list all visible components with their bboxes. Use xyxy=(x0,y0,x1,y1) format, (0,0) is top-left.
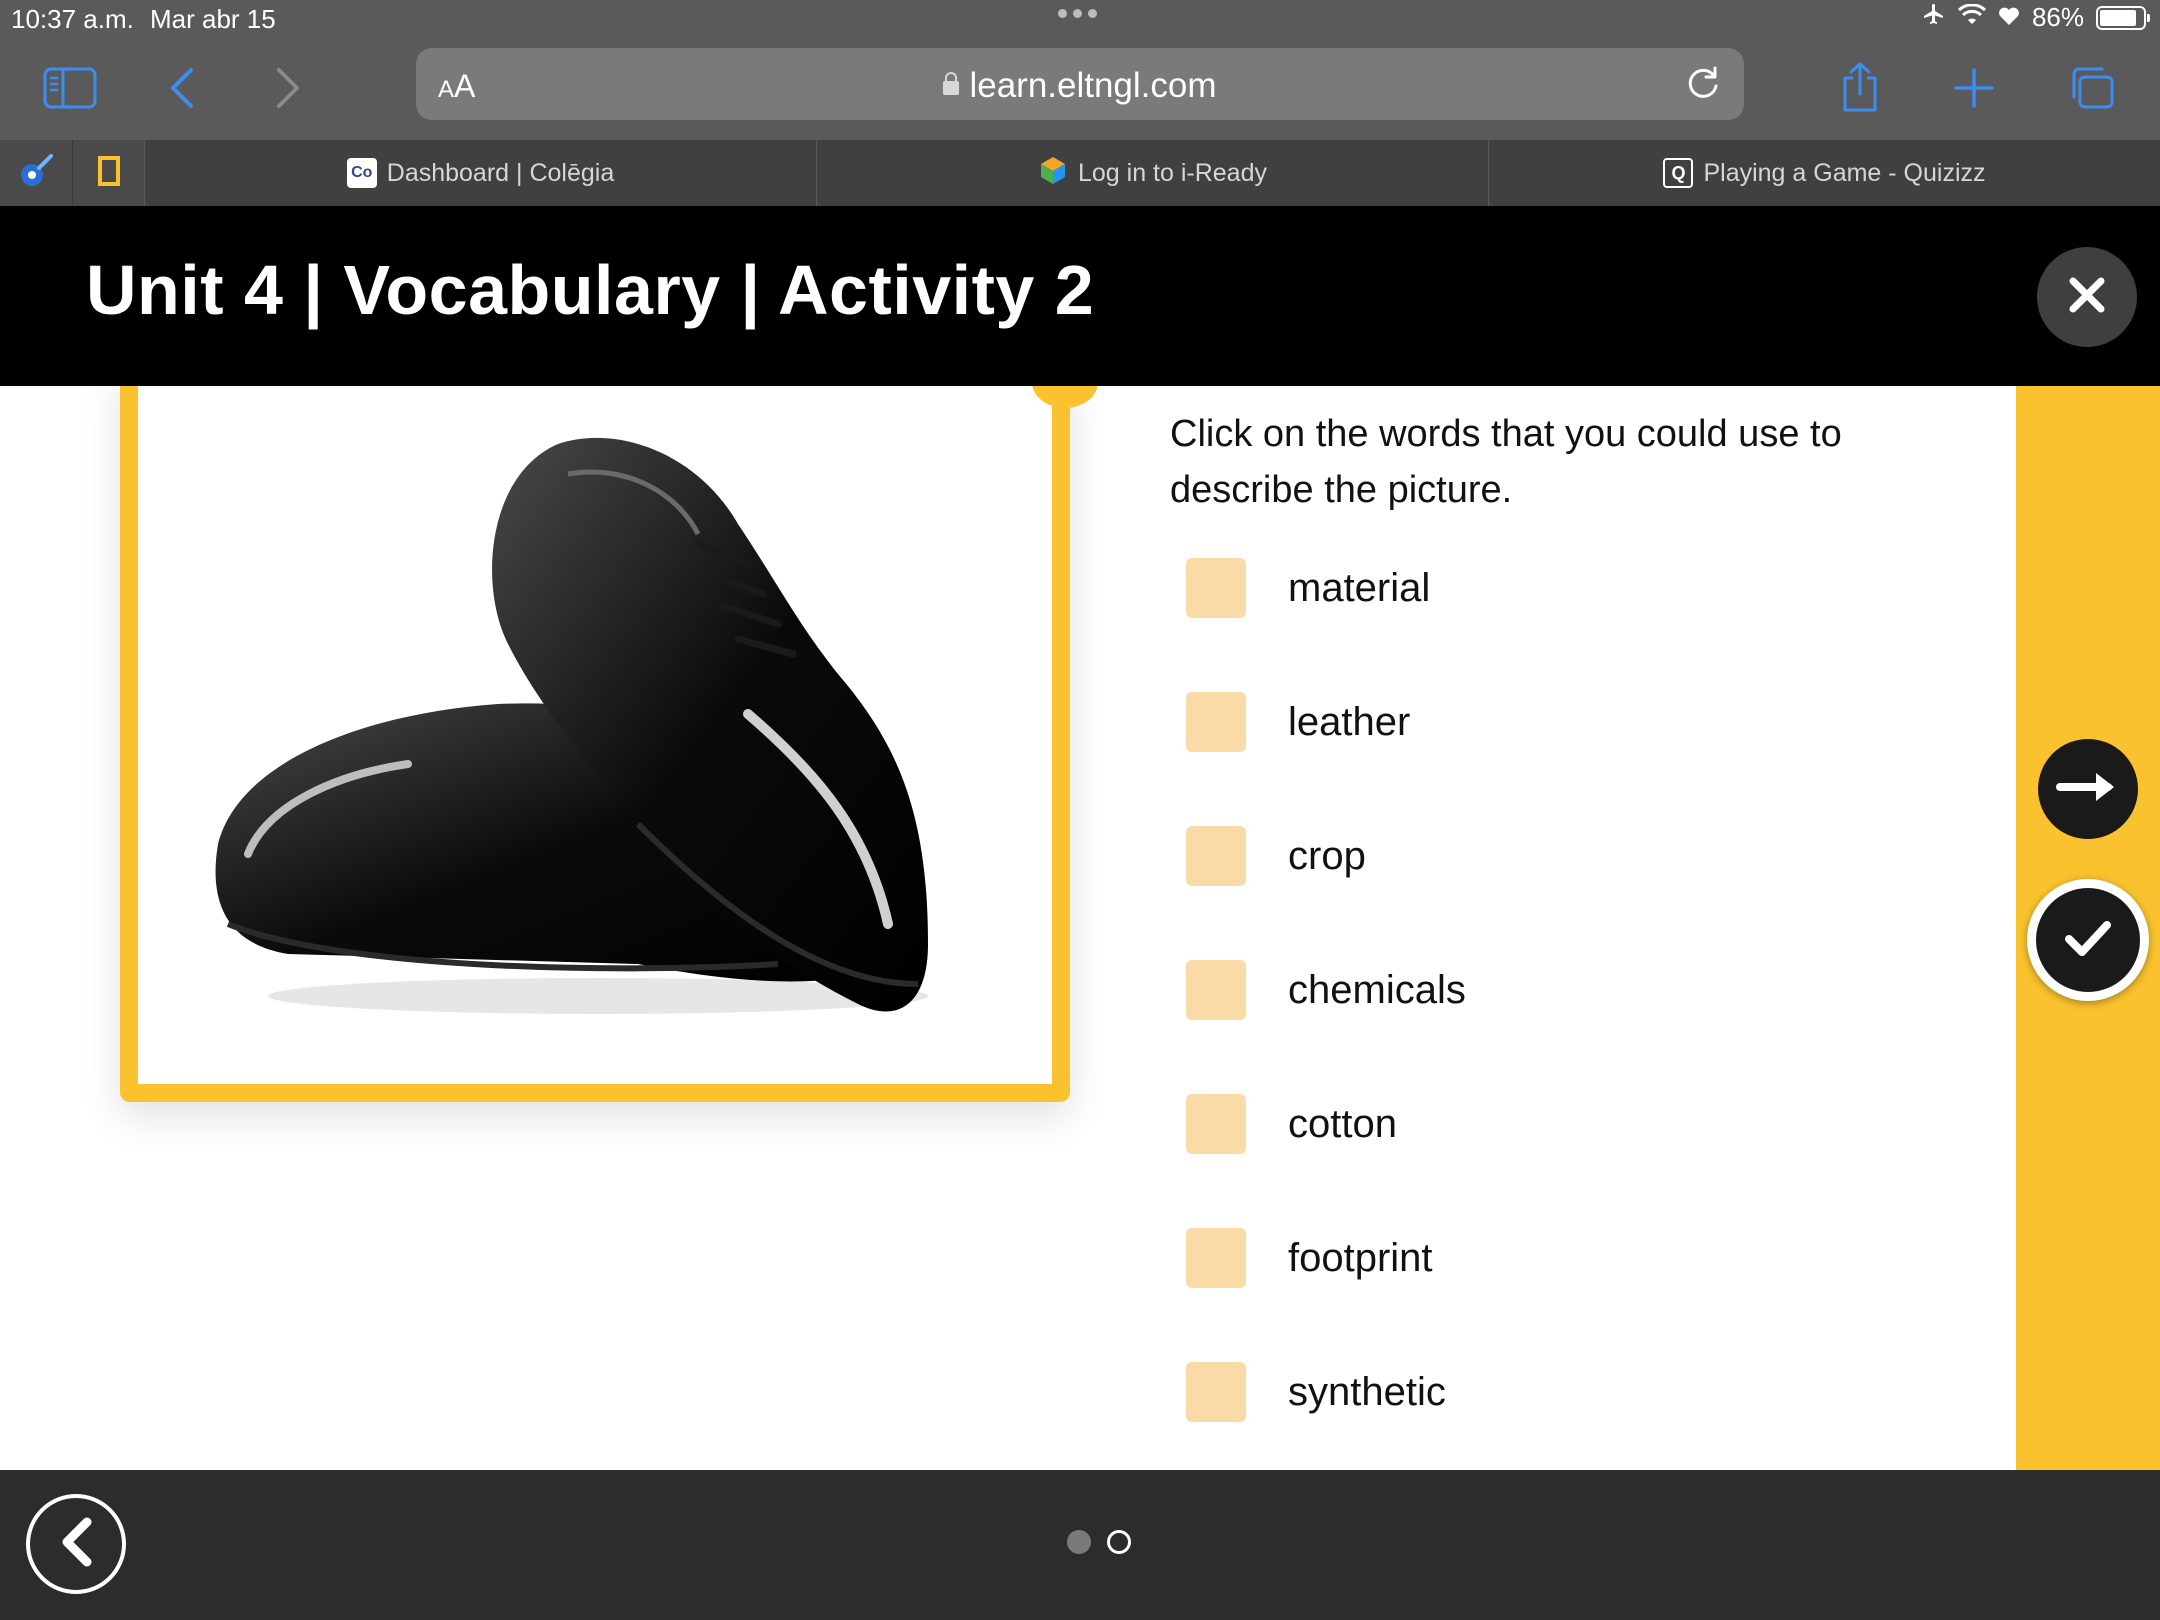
status-indicators: 86% xyxy=(1922,2,2150,33)
url-text: learn.eltngl.com xyxy=(969,66,1217,105)
option-crop[interactable]: crop xyxy=(1186,826,1366,886)
tab-quizizz[interactable]: Q Playing a Game - Quizizz xyxy=(1488,140,2160,206)
option-material[interactable]: material xyxy=(1186,558,1430,618)
activity-footer xyxy=(0,1470,2160,1620)
new-tab-plus-icon[interactable] xyxy=(1944,58,2004,118)
iready-cube-favicon xyxy=(1038,155,1068,192)
option-checkbox[interactable] xyxy=(1186,826,1246,886)
previous-button[interactable] xyxy=(26,1494,126,1594)
battery-percent: 86% xyxy=(2031,2,2084,32)
back-chevron-icon[interactable] xyxy=(152,58,212,118)
option-label: synthetic xyxy=(1288,1369,1446,1414)
option-label: footprint xyxy=(1288,1235,1433,1280)
chevron-left-icon xyxy=(59,1516,93,1573)
close-button[interactable] xyxy=(2037,247,2137,347)
activity-header: Unit 4 | Vocabulary | Activity 2 xyxy=(0,206,2160,386)
page-title: Unit 4 | Vocabulary | Activity 2 xyxy=(86,251,1095,329)
airplane-icon xyxy=(1922,2,1946,33)
page-dot-1[interactable] xyxy=(1067,1530,1091,1554)
address-bar[interactable]: AA learn.eltngl.com xyxy=(416,48,1744,120)
check-answers-button[interactable] xyxy=(2027,879,2149,1001)
status-time: 10:37 a.m. xyxy=(11,4,134,34)
heart-icon xyxy=(1998,2,2020,33)
close-icon xyxy=(2067,275,2107,320)
option-checkbox[interactable] xyxy=(1186,692,1246,752)
url-display[interactable]: learn.eltngl.com xyxy=(416,66,1744,106)
picture-card xyxy=(120,386,1070,1102)
colegia-favicon: Co xyxy=(346,158,377,188)
shoes-image xyxy=(215,437,928,1014)
pinned-tab-natgeo[interactable] xyxy=(72,140,144,206)
option-checkbox[interactable] xyxy=(1186,1362,1246,1422)
quizizz-favicon: Q xyxy=(1663,158,1694,188)
option-checkbox[interactable] xyxy=(1186,1228,1246,1288)
share-icon[interactable] xyxy=(1830,58,1890,118)
checkmark-icon xyxy=(2063,918,2113,963)
option-checkbox[interactable] xyxy=(1186,558,1246,618)
page-dot-2[interactable] xyxy=(1107,1530,1131,1554)
sidebar-toggle-icon[interactable] xyxy=(40,58,100,118)
status-bar: 10:37 a.m. Mar abr 15 86% xyxy=(0,0,2160,40)
option-chemicals[interactable]: chemicals xyxy=(1186,960,1466,1020)
wifi-icon xyxy=(1957,2,1986,33)
tab-iready[interactable]: Log in to i-Ready xyxy=(816,140,1488,206)
option-label: cotton xyxy=(1288,1101,1397,1146)
option-label: leather xyxy=(1288,699,1411,744)
option-checkbox[interactable] xyxy=(1186,960,1246,1020)
arrow-right-icon xyxy=(2056,769,2120,810)
pinned-tab-rocket[interactable] xyxy=(0,140,72,206)
tab-label: Log in to i-Ready xyxy=(1077,158,1267,187)
reload-icon[interactable] xyxy=(1684,64,1722,107)
tab-label: Playing a Game - Quizizz xyxy=(1703,158,1986,187)
option-label: material xyxy=(1288,565,1431,610)
battery-icon xyxy=(2096,5,2150,30)
next-button[interactable] xyxy=(2038,739,2138,839)
option-checkbox[interactable] xyxy=(1186,1094,1246,1154)
option-label: chemicals xyxy=(1288,967,1466,1012)
multitasking-dots-icon[interactable] xyxy=(1058,9,1097,18)
rocket-icon xyxy=(19,153,53,193)
status-date: Mar abr 15 xyxy=(150,4,276,34)
option-label: crop xyxy=(1288,833,1366,878)
browser-toolbar: AA learn.eltngl.com xyxy=(0,40,2160,140)
option-cotton[interactable]: cotton xyxy=(1186,1094,1397,1154)
forward-chevron-icon[interactable] xyxy=(258,58,318,118)
tab-label: Dashboard | Colēgia xyxy=(386,158,615,187)
natgeo-logo-icon xyxy=(97,155,120,191)
instructions-text: Click on the words that you could use to… xyxy=(1170,413,1842,511)
tab-dashboard-colegia[interactable]: Co Dashboard | Colēgia xyxy=(144,140,816,206)
option-synthetic[interactable]: synthetic xyxy=(1186,1362,1446,1422)
tab-bar: Co Dashboard | Colēgia Log in to i-Ready… xyxy=(0,140,2160,206)
option-footprint[interactable]: footprint xyxy=(1186,1228,1433,1288)
activity-content: Click on the words that you could use to… xyxy=(0,386,2016,1470)
page-indicator xyxy=(1067,1530,1131,1554)
lock-icon xyxy=(943,72,960,95)
option-leather[interactable]: leather xyxy=(1186,692,1410,752)
tabs-overview-icon[interactable] xyxy=(2062,58,2122,118)
